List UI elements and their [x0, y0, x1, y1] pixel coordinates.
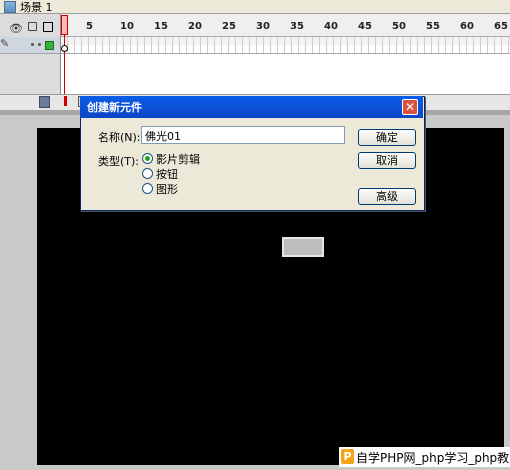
playhead-handle[interactable] [61, 15, 68, 35]
layer-lock-dot[interactable] [38, 43, 41, 46]
center-frame-icon[interactable] [64, 96, 67, 106]
stage-rectangle-shape[interactable] [282, 237, 324, 257]
radio-graphic[interactable] [142, 183, 153, 194]
scene-bar [0, 0, 510, 14]
keyframe-marker[interactable] [61, 45, 68, 52]
frame-number: 30 [256, 21, 270, 32]
radio-button[interactable] [142, 168, 153, 179]
radio-label-movie-clip[interactable]: 影片剪辑 [156, 151, 200, 167]
radio-label-button[interactable]: 按钮 [156, 166, 178, 182]
close-icon[interactable]: ✕ [402, 99, 418, 115]
frame-number: 65 [494, 21, 508, 32]
frame-number: 50 [392, 21, 406, 32]
scene-icon [4, 1, 16, 13]
outline-icon[interactable] [43, 22, 53, 32]
dialog-title: 创建新元件 [87, 101, 142, 114]
layer-color-swatch[interactable] [45, 41, 54, 50]
lock-icon[interactable] [28, 22, 37, 31]
frame-number: 10 [120, 21, 134, 32]
type-label: 类型(T): [98, 155, 140, 168]
frame-number: 35 [290, 21, 304, 32]
radio-label-graphic[interactable]: 图形 [156, 181, 178, 197]
trash-icon[interactable] [39, 96, 50, 108]
ok-button[interactable]: 确定 [358, 129, 416, 146]
frame-number: 45 [358, 21, 372, 32]
frame-number: 15 [154, 21, 168, 32]
frame-number: 40 [324, 21, 338, 32]
watermark-logo-icon: P [341, 449, 354, 464]
name-input[interactable]: 佛光01 [141, 126, 345, 144]
pencil-icon: ✎ [0, 37, 10, 50]
frame-number: 55 [426, 21, 440, 32]
watermark-text: 自学PHP网_php学习_php教 [356, 451, 510, 465]
frame-row-shade [61, 37, 510, 45]
radio-movie-clip[interactable] [142, 153, 153, 164]
scene-label[interactable]: 场景 1 [20, 0, 53, 15]
advanced-button[interactable]: 高级 [358, 188, 416, 205]
layer-visible-dot[interactable] [31, 43, 34, 46]
eye-icon[interactable]: 👁 [9, 22, 23, 35]
frame-number: 5 [86, 21, 93, 32]
name-label: 名称(N): [98, 131, 141, 144]
frame-number: 60 [460, 21, 474, 32]
frame-number: 25 [222, 21, 236, 32]
frame-ruler[interactable]: 1 5 10 15 20 25 30 35 40 45 50 55 60 65 [61, 14, 510, 36]
cancel-button[interactable]: 取消 [358, 152, 416, 169]
frame-number: 20 [188, 21, 202, 32]
